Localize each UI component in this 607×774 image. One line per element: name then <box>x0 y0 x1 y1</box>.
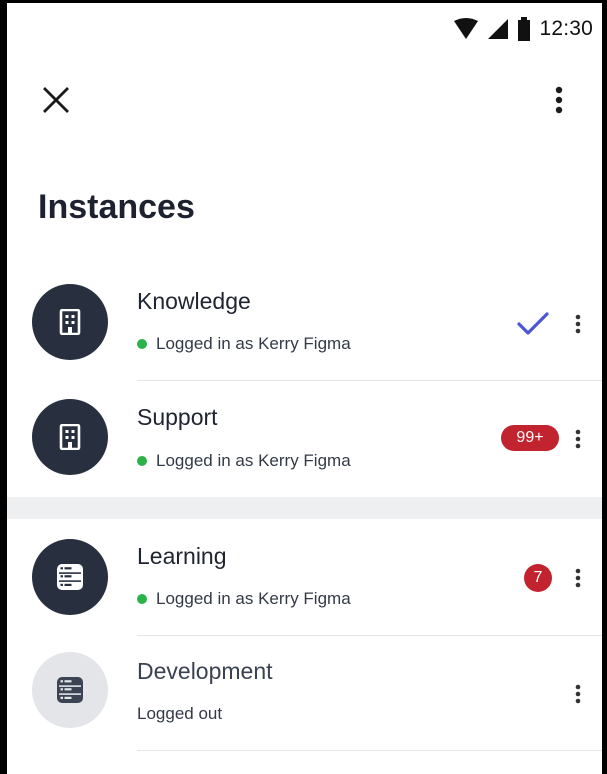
cellular-signal-icon <box>488 19 509 39</box>
instance-avatar <box>32 284 108 360</box>
instance-status: Logged in as Kerry Figma <box>137 589 351 609</box>
online-status-dot <box>137 339 147 349</box>
check-icon <box>517 312 549 335</box>
unread-badge: 99+ <box>501 425 559 451</box>
close-button[interactable] <box>38 82 74 118</box>
more-vert-icon <box>575 429 581 449</box>
more-vert-icon <box>575 568 581 588</box>
instance-name: Knowledge <box>137 288 251 314</box>
overflow-menu-button[interactable] <box>541 82 577 118</box>
building-icon <box>59 424 81 450</box>
more-vert-icon <box>575 314 581 334</box>
instance-row-learning[interactable]: Learning Logged in as Kerry Figma 7 <box>7 519 602 635</box>
instance-row-support[interactable]: Support Logged in as Kerry Figma 99+ <box>7 381 602 497</box>
more-vert-icon <box>575 684 581 704</box>
instance-avatar <box>32 652 108 728</box>
building-icon <box>59 309 81 335</box>
instance-status-text: Logged in as Kerry Figma <box>156 589 351 608</box>
instance-avatar <box>32 539 108 615</box>
server-icon <box>57 677 83 703</box>
close-icon <box>43 87 69 113</box>
online-status-dot <box>137 456 147 466</box>
instance-more-button[interactable] <box>566 560 590 596</box>
instance-more-button[interactable] <box>566 676 590 712</box>
instance-more-button[interactable] <box>566 421 590 457</box>
instance-name: Learning <box>137 543 227 569</box>
battery-icon <box>518 17 531 41</box>
instance-status: Logged out <box>137 704 222 724</box>
online-status-dot <box>137 594 147 604</box>
instance-name: Support <box>137 404 218 430</box>
instance-status-text: Logged in as Kerry Figma <box>156 334 351 353</box>
more-vert-icon <box>555 86 563 114</box>
list-divider <box>137 750 602 751</box>
page-title: Instances <box>38 188 195 226</box>
instance-avatar <box>32 399 108 475</box>
instance-row-development[interactable]: Development Logged out <box>7 636 602 752</box>
wifi-icon <box>454 18 479 39</box>
instance-status-text: Logged out <box>137 704 223 723</box>
unread-badge: 7 <box>524 564 552 592</box>
instance-status-text: Logged in as Kerry Figma <box>156 451 351 470</box>
instance-more-button[interactable] <box>566 306 590 342</box>
instance-status: Logged in as Kerry Figma <box>137 451 351 471</box>
instance-status: Logged in as Kerry Figma <box>137 334 351 354</box>
section-separator <box>7 497 602 519</box>
instance-row-knowledge[interactable]: Knowledge Logged in as Kerry Figma <box>7 264 602 380</box>
server-icon <box>57 564 83 590</box>
status-time: 12:30 <box>539 17 593 40</box>
status-bar: 12:30 <box>453 14 593 44</box>
instance-name: Development <box>137 658 273 684</box>
